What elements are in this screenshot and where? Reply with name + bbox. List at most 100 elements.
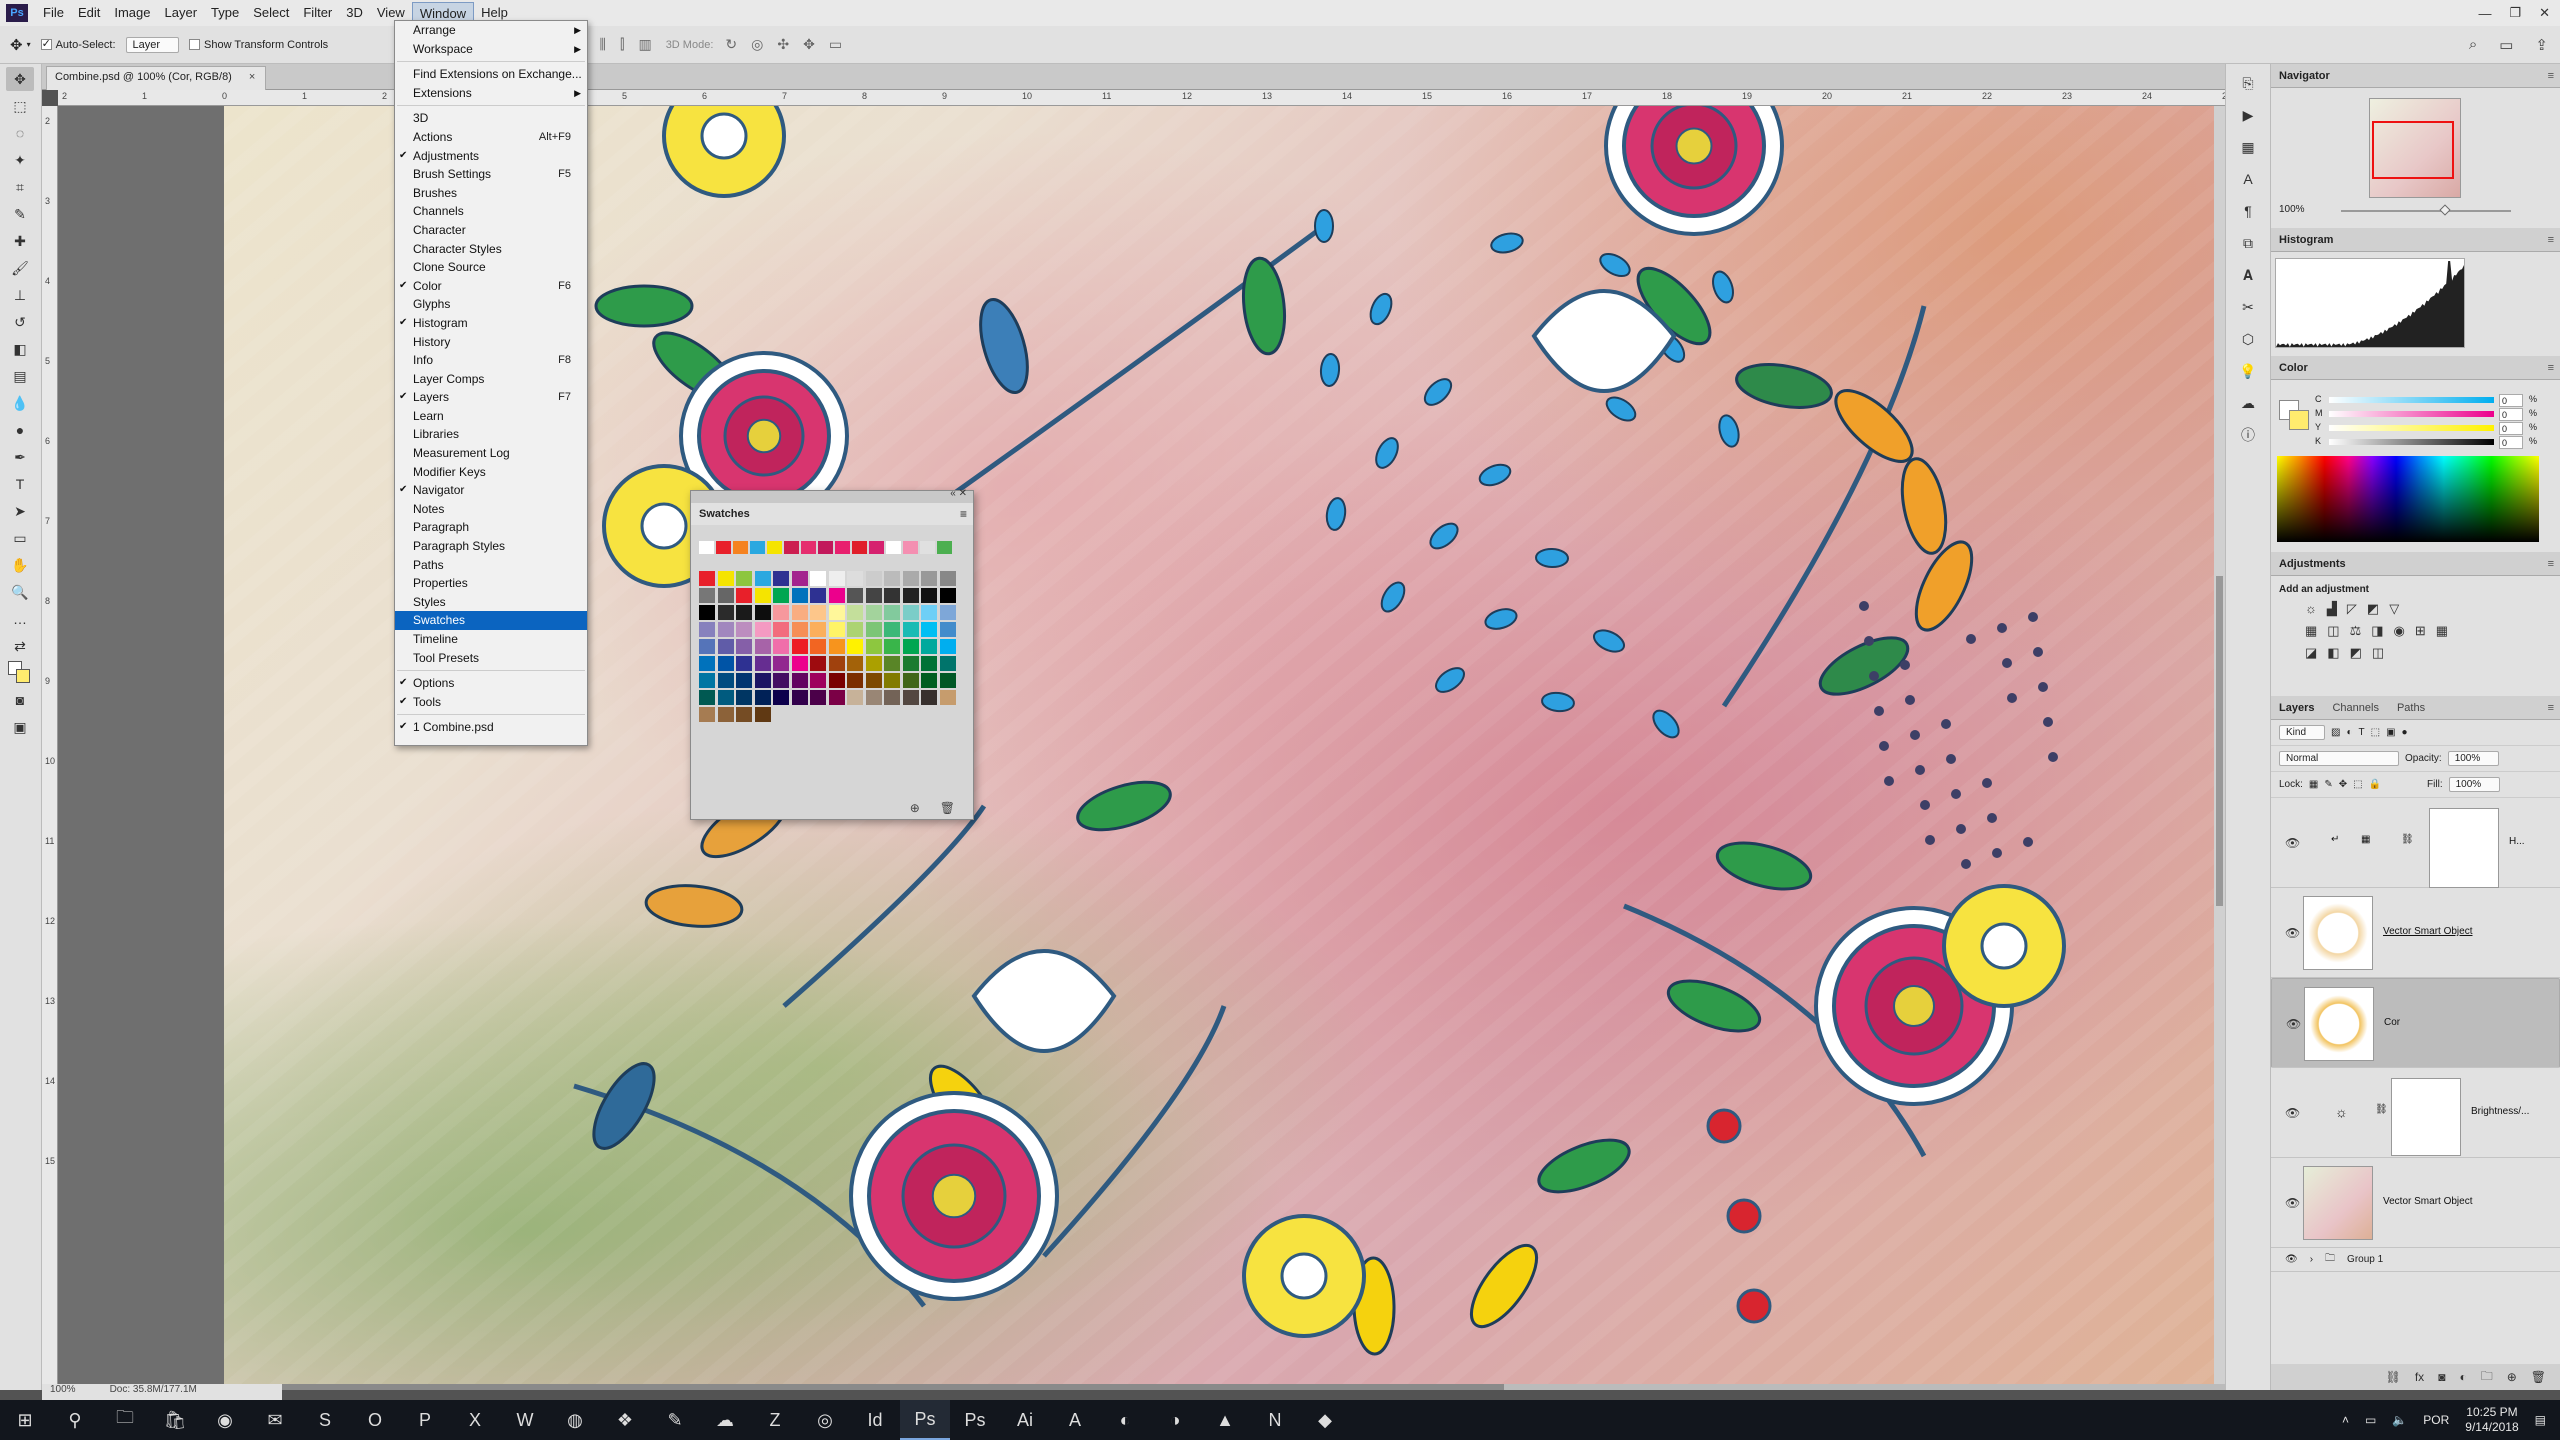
- layer-row[interactable]: 👁 Vector Smart Object: [2271, 1158, 2560, 1248]
- lock-paint-icon[interactable]: ✎: [2324, 779, 2332, 790]
- color-swatch[interactable]: [847, 639, 863, 654]
- zoom-slider-handle[interactable]: [2439, 204, 2451, 216]
- panel-menu-icon[interactable]: ≡: [2548, 362, 2554, 374]
- menu-filter[interactable]: Filter: [296, 2, 339, 25]
- workspace-icon[interactable]: ▭: [2499, 36, 2513, 54]
- color-swatch[interactable]: [865, 656, 882, 671]
- color-swatch[interactable]: [736, 605, 752, 620]
- layer-name[interactable]: Brightness/...: [2471, 1106, 2529, 1117]
- color-swatch[interactable]: [773, 690, 789, 705]
- skype-icon[interactable]: S: [300, 1400, 350, 1440]
- menu-3d[interactable]: 3D: [339, 2, 370, 25]
- outlook-icon[interactable]: O: [350, 1400, 400, 1440]
- menu-item-arrange[interactable]: Arrange ▶: [395, 21, 587, 40]
- color-swatch[interactable]: [754, 605, 771, 620]
- color-swatch[interactable]: [921, 673, 937, 688]
- new-swatch-icon[interactable]: ⊕: [910, 801, 920, 815]
- glyphs-icon[interactable]: ⧉: [2234, 230, 2262, 256]
- pen-tool-icon[interactable]: ✒: [6, 445, 34, 469]
- lock-transparent-icon[interactable]: ▦: [2309, 779, 2318, 790]
- black-white-icon[interactable]: ◨: [2371, 623, 2383, 639]
- swatches-panel-title[interactable]: Swatches: [699, 508, 750, 520]
- color-swatch[interactable]: [884, 673, 900, 688]
- menu-item-3d[interactable]: 3D: [395, 109, 587, 128]
- color-swatch[interactable]: [921, 639, 937, 654]
- windows-start-icon[interactable]: ⊞: [0, 1400, 50, 1440]
- menu-item-extensions[interactable]: Extensions ▶: [395, 84, 587, 103]
- color-swatch[interactable]: [791, 639, 808, 654]
- histogram-panel-title[interactable]: Histogram: [2279, 234, 2333, 246]
- color-swatch[interactable]: [828, 588, 845, 603]
- color-swatch[interactable]: [736, 690, 752, 705]
- brush-settings-icon[interactable]: ▦: [2234, 134, 2262, 160]
- color-swatch[interactable]: [921, 588, 937, 603]
- search-icon[interactable]: ⌕: [2469, 36, 2477, 54]
- menu-item-character-styles[interactable]: Character Styles: [395, 240, 587, 259]
- color-swatch[interactable]: [736, 656, 752, 671]
- eyedropper-tool-icon[interactable]: ✎: [6, 202, 34, 226]
- color-swatch[interactable]: [754, 588, 771, 603]
- recent-swatch[interactable]: [818, 541, 833, 554]
- color-swatch[interactable]: [902, 588, 919, 603]
- zoom-level[interactable]: 100%: [50, 1384, 76, 1400]
- layer-filter-kind[interactable]: Kind: [2279, 725, 2326, 740]
- color-swatch[interactable]: [921, 622, 937, 637]
- vertical-scrollbar[interactable]: [2214, 106, 2225, 1384]
- tool-presets-icon[interactable]: ✂: [2234, 294, 2262, 320]
- color-swatch[interactable]: [921, 571, 937, 586]
- menu-item-styles[interactable]: Styles: [395, 593, 587, 612]
- color-swatch[interactable]: [865, 639, 882, 654]
- color-swatch[interactable]: [921, 656, 937, 671]
- recent-swatch[interactable]: [920, 541, 935, 554]
- color-swatch[interactable]: [736, 622, 752, 637]
- stamp-tool-icon[interactable]: ⊥: [6, 283, 34, 307]
- color-swatch[interactable]: [754, 656, 771, 671]
- trash-icon[interactable]: 🗑: [940, 801, 955, 815]
- eye-icon[interactable]: 👁: [2286, 1017, 2301, 1031]
- color-swatch[interactable]: [810, 605, 826, 620]
- lasso-tool-icon[interactable]: ◌: [6, 121, 34, 145]
- color-swatch[interactable]: [736, 707, 752, 722]
- new-group-icon[interactable]: 🗀: [2481, 1367, 2493, 1388]
- channel-mixer-icon[interactable]: ⊞: [2415, 623, 2426, 639]
- paragraph-icon[interactable]: ¶: [2234, 198, 2262, 224]
- expand-arrow-icon[interactable]: ›: [2310, 1254, 2313, 1265]
- slide-icon[interactable]: ✥: [803, 36, 815, 53]
- tab-layers[interactable]: Layers: [2279, 702, 2314, 714]
- acrobat-icon[interactable]: A: [1050, 1400, 1100, 1440]
- layer-row[interactable]: 👁 ↵ ▦ ⛓ H...: [2271, 798, 2560, 888]
- menu-item-layer-comps[interactable]: Layer Comps: [395, 370, 587, 389]
- layer-mask-thumbnail[interactable]: [2429, 808, 2499, 888]
- color-balance-icon[interactable]: ⚖: [2350, 623, 2362, 639]
- menu-item-timeline[interactable]: Timeline: [395, 630, 587, 649]
- layer-name[interactable]: Vector Smart Object: [2383, 1196, 2472, 1207]
- scale-icon[interactable]: ▭: [829, 36, 842, 53]
- pan-icon[interactable]: ✣: [777, 36, 789, 53]
- color-swatch[interactable]: [791, 571, 808, 586]
- close-tab-icon[interactable]: ×: [249, 71, 255, 83]
- tray-arrow-icon[interactable]: ˄: [2342, 1413, 2349, 1427]
- history-brush-tool-icon[interactable]: ↺: [6, 310, 34, 334]
- recent-swatch[interactable]: [733, 541, 748, 554]
- add-mask-icon[interactable]: ◙: [2438, 1370, 2445, 1384]
- color-swatch[interactable]: [810, 656, 826, 671]
- file-explorer-icon[interactable]: 🗀: [100, 1400, 150, 1440]
- color-swatch[interactable]: [810, 673, 826, 688]
- color-swatch[interactable]: [939, 690, 956, 705]
- menu-item-paragraph[interactable]: Paragraph: [395, 518, 587, 537]
- color-swatch[interactable]: [865, 588, 882, 603]
- menu-item-layers[interactable]: ✔ Layers F7: [395, 388, 587, 407]
- fx-icon[interactable]: fx: [2415, 1370, 2424, 1384]
- recent-swatch[interactable]: [767, 541, 782, 554]
- color-swatch[interactable]: [717, 673, 734, 688]
- color-swatch[interactable]: [828, 673, 845, 688]
- recent-swatch[interactable]: [886, 541, 901, 554]
- type-tool-icon[interactable]: T: [6, 472, 34, 496]
- info-icon[interactable]: ⓘ: [2234, 422, 2262, 448]
- layer-thumbnail[interactable]: [2303, 1166, 2373, 1240]
- recent-swatch[interactable]: [699, 541, 714, 554]
- clock[interactable]: 10:25 PM 9/14/2018: [2465, 1405, 2518, 1435]
- vibrance-icon[interactable]: ▦: [2305, 623, 2317, 639]
- menu-image[interactable]: Image: [107, 2, 157, 25]
- gradient-map-icon[interactable]: ▽: [2389, 601, 2399, 617]
